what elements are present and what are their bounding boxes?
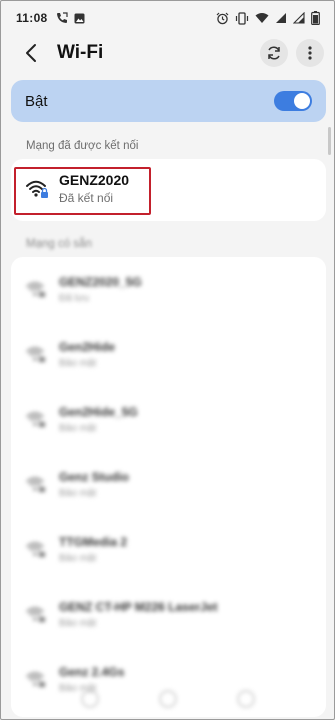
refresh-icon: [266, 45, 282, 61]
available-network-name: TTGMedia 2: [59, 535, 128, 549]
wifi-master-toggle[interactable]: Bật: [11, 80, 326, 122]
available-network-item[interactable]: GENZ2020_5G Đã lưu: [11, 257, 326, 322]
available-network-status: Đã lưu: [59, 293, 90, 304]
signal-icon: [293, 12, 305, 24]
available-network-status: Bảo mật: [59, 358, 97, 369]
available-network-name: Gen2Hide: [59, 340, 116, 354]
available-network-name: GENZ2020_5G: [59, 275, 142, 289]
available-network-status: Bảo mật: [59, 488, 97, 499]
available-network-item[interactable]: Gen2Hide_5G Bảo mật: [11, 387, 326, 452]
navigation-bar: [1, 677, 334, 719]
wifi-locked-icon: [25, 475, 47, 495]
back-arrow-icon: [25, 43, 37, 63]
available-network-name: Gen2Hide_5G: [59, 405, 138, 419]
available-network-status: Bảo mật: [59, 553, 97, 564]
available-network-name: Genz Studio: [59, 470, 129, 484]
page-title: Wi-Fi: [57, 42, 104, 63]
available-network-item[interactable]: Gen2Hide Bảo mật: [11, 322, 326, 387]
call-forward-icon: [56, 12, 68, 24]
scroll-indicator: [328, 127, 331, 155]
available-networks-list: GENZ2020_5G Đã lưu Gen2Hide Bảo mật Gen2Hide…: [11, 257, 326, 712]
wifi-toggle-label: Bật: [25, 92, 48, 110]
connected-network-item[interactable]: GENZ2020 Đã kết nối: [25, 172, 129, 205]
refresh-button[interactable]: [260, 39, 288, 67]
connected-networks-heading: Mạng đã được kết nối: [26, 140, 139, 152]
vibrate-icon: [235, 11, 249, 25]
more-options-button[interactable]: [296, 39, 324, 67]
nav-home-button[interactable]: [158, 690, 177, 708]
image-icon: [74, 13, 85, 24]
wifi-locked-icon: [25, 178, 49, 200]
nav-recent-button[interactable]: [80, 690, 99, 708]
wifi-locked-icon: [25, 540, 47, 560]
alarm-icon: [216, 12, 229, 25]
wifi-locked-icon: [25, 345, 47, 365]
available-network-item[interactable]: Genz Studio Bảo mật: [11, 452, 326, 517]
more-vertical-icon: [308, 46, 312, 60]
available-network-item[interactable]: TTGMedia 2 Bảo mật: [11, 517, 326, 582]
app-bar: Wi-Fi: [1, 35, 334, 71]
nav-back-button[interactable]: [236, 690, 255, 708]
available-networks-heading: Mạng có sẵn: [26, 238, 92, 250]
wifi-locked-icon: [25, 280, 47, 300]
available-network-name: GENZ CT-HP M226 LaserJet: [59, 600, 218, 614]
battery-icon: [311, 11, 320, 25]
phone-screen: 11:08 Wi-Fi Bật Mạng đã được kết nối GEN…: [0, 0, 335, 720]
connected-network-name: GENZ2020: [59, 172, 130, 188]
wifi-switch[interactable]: [274, 91, 312, 111]
wifi-locked-icon: [25, 410, 47, 430]
wifi-locked-icon: [25, 605, 47, 625]
status-bar: 11:08: [1, 1, 334, 35]
available-networks-card: GENZ2020_5G Đã lưu Gen2Hide Bảo mật Gen2Hide…: [11, 257, 326, 717]
available-network-status: Bảo mật: [59, 618, 97, 629]
switch-knob: [294, 93, 310, 109]
signal-icon: [275, 12, 287, 24]
connected-network-status: Đã kết nối: [59, 191, 114, 205]
available-network-status: Bảo mật: [59, 423, 97, 434]
status-time: 11:08: [16, 11, 48, 25]
wifi-icon: [255, 12, 269, 24]
back-button[interactable]: [11, 35, 51, 71]
available-network-item[interactable]: GENZ CT-HP M226 LaserJet Bảo mật: [11, 582, 326, 647]
